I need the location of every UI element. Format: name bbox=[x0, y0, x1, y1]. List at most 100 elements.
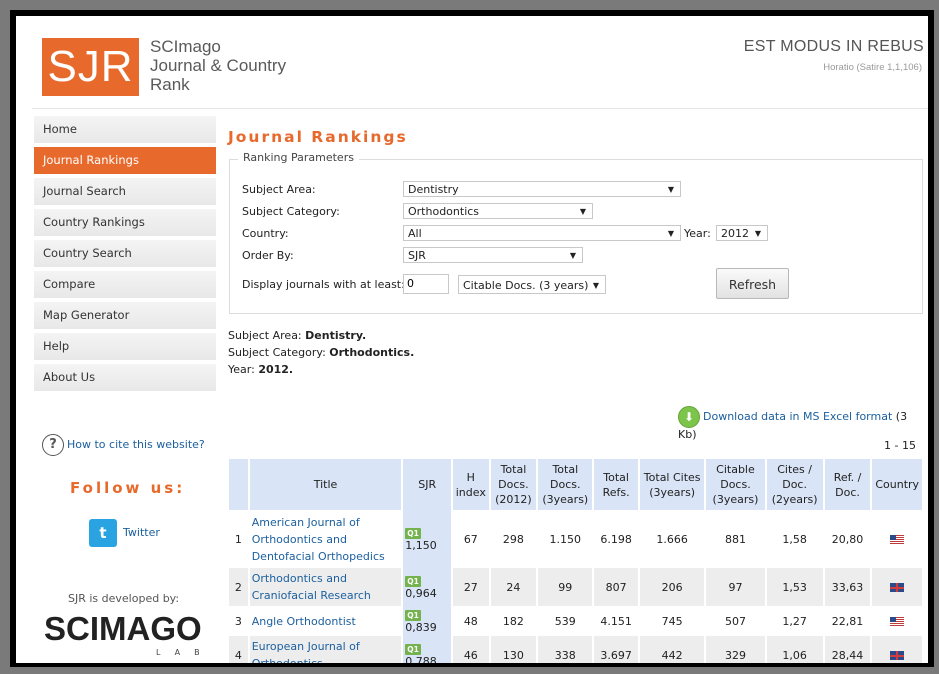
country-label: Country: bbox=[242, 227, 289, 240]
total-refs-cell: 6.198 bbox=[593, 510, 640, 568]
total-docs-2012-cell: 130 bbox=[489, 636, 539, 663]
country-cell bbox=[871, 568, 922, 606]
sidebar-item-compare[interactable]: Compare bbox=[34, 271, 216, 298]
table-row: 2 Orthodontics and Craniofacial Research Q… bbox=[229, 568, 922, 606]
country-flag-icon bbox=[890, 535, 905, 544]
subject-category-value: Orthodontics bbox=[408, 205, 480, 218]
brand-line-2: Journal & Country bbox=[150, 56, 287, 75]
ranking-parameters-legend: Ranking Parameters bbox=[238, 151, 359, 164]
quartile-badge: Q1 bbox=[405, 643, 421, 655]
header-total-docs-3y[interactable]: Total Docs. (3years) bbox=[537, 459, 595, 510]
cites-per-doc-cell: 1,53 bbox=[765, 568, 825, 606]
sjr-value: 1,150 bbox=[405, 539, 437, 552]
table-row: 4European Journal of OrthodonticsQ10,788… bbox=[229, 636, 922, 663]
sjr-cell: Q10,964 bbox=[402, 568, 454, 606]
total-refs-cell: 807 bbox=[593, 568, 640, 606]
header-cd-line2: Docs. bbox=[720, 478, 751, 491]
sjr-logo[interactable]: SJR bbox=[42, 38, 139, 96]
order-by-select[interactable]: SJR ▼ bbox=[403, 247, 583, 263]
docs-type-select[interactable]: Citable Docs. (3 years) ▼ bbox=[458, 275, 606, 294]
min-docs-input[interactable]: 0 bbox=[403, 274, 449, 294]
country-cell bbox=[871, 510, 922, 568]
sjr-cell: Q11,150 bbox=[402, 510, 454, 568]
journal-title-link[interactable]: Angle Orthodontist bbox=[248, 606, 404, 636]
quartile-badge: Q1 bbox=[405, 609, 421, 621]
sidebar-item-about-us[interactable]: About Us bbox=[34, 364, 216, 391]
header-title[interactable]: Title bbox=[248, 459, 404, 510]
pagination-range: 1 - 15 bbox=[884, 439, 916, 452]
cites-per-doc-cell: 1,06 bbox=[765, 636, 825, 663]
sidebar-item-country-rankings[interactable]: Country Rankings bbox=[34, 209, 216, 236]
header-cites-per-doc[interactable]: Cites / Doc. (2years) bbox=[765, 459, 825, 510]
journal-title-link[interactable]: American Journal of Orthodontics and Den… bbox=[248, 510, 404, 568]
year-select[interactable]: 2012 ▼ bbox=[716, 225, 768, 241]
sjr-value: 0,788 bbox=[405, 655, 437, 663]
sidebar-item-journal-rankings[interactable]: Journal Rankings bbox=[34, 147, 216, 174]
table-row: 1 American Journal of Orthodontics and De… bbox=[229, 510, 922, 568]
h-index-cell: 46 bbox=[452, 636, 491, 663]
header-tc-line1: Total Cites bbox=[643, 470, 701, 484]
total-docs-3y-cell: 338 bbox=[537, 636, 595, 663]
total-docs-2012-cell: 182 bbox=[489, 606, 539, 636]
table-header-row: Title SJR Hindex Total Docs. (2012) Total D… bbox=[229, 459, 922, 510]
header-td-line3: (2012) bbox=[495, 493, 532, 506]
sidebar-item-journal-search[interactable]: Journal Search bbox=[34, 178, 216, 205]
refs-per-doc-cell: 33,63 bbox=[823, 568, 873, 606]
header-total-docs-2012[interactable]: Total Docs. (2012) bbox=[489, 459, 539, 510]
summary-category-value: Orthodontics. bbox=[329, 346, 415, 359]
header-sjr[interactable]: SJR bbox=[402, 459, 454, 510]
header-td-line1: Total bbox=[500, 463, 527, 476]
header-cpd-line3: (2years) bbox=[771, 493, 818, 506]
cite-link[interactable]: ? How to cite this website? bbox=[42, 434, 205, 456]
header-refs-per-doc[interactable]: Ref. / Doc. bbox=[823, 459, 873, 510]
header-country[interactable]: Country bbox=[871, 459, 922, 510]
rank-cell: 3 bbox=[229, 606, 250, 636]
refs-per-doc-cell: 28,44 bbox=[823, 636, 873, 663]
country-value: All bbox=[408, 227, 422, 240]
header-tdy-line1: Total bbox=[552, 463, 579, 476]
header-h-line2: index bbox=[455, 485, 486, 499]
chevron-down-icon: ▼ bbox=[667, 229, 674, 238]
subject-category-select[interactable]: Orthodontics ▼ bbox=[403, 203, 593, 219]
developed-by-text: SJR is developed by: bbox=[68, 592, 180, 605]
sidebar-item-country-search[interactable]: Country Search bbox=[34, 240, 216, 267]
subject-category-label: Subject Category: bbox=[242, 205, 340, 218]
twitter-link[interactable]: t Twitter bbox=[89, 519, 160, 547]
sidebar-item-help[interactable]: Help bbox=[34, 333, 216, 360]
h-index-cell: 48 bbox=[452, 606, 491, 636]
country-select[interactable]: All ▼ bbox=[403, 225, 681, 241]
motto: EST MODUS IN REBUS bbox=[743, 38, 924, 55]
header-h-index[interactable]: Hindex bbox=[452, 459, 491, 510]
scimago-lab-text: LAB bbox=[156, 648, 214, 657]
chevron-down-icon: ▼ bbox=[579, 207, 586, 216]
country-flag-icon bbox=[890, 617, 905, 626]
total-refs-cell: 3.697 bbox=[593, 636, 640, 663]
header-citable-docs-3y[interactable]: Citable Docs. (3years) bbox=[705, 459, 767, 510]
country-cell bbox=[871, 636, 922, 663]
country-cell bbox=[871, 606, 922, 636]
header-td-line2: Docs. bbox=[498, 478, 529, 491]
display-min-label: Display journals with at least: bbox=[242, 278, 405, 291]
sjr-cell: Q10,839 bbox=[402, 606, 454, 636]
site-brand[interactable]: SCImago Journal & Country Rank bbox=[150, 37, 286, 94]
scimago-logo[interactable]: SCIMAGO bbox=[44, 610, 202, 648]
header-tc-line2: (3years) bbox=[649, 485, 696, 499]
summary-area-value: Dentistry. bbox=[305, 329, 367, 342]
header-cd-line3: (3years) bbox=[712, 493, 759, 506]
subject-area-select[interactable]: Dentistry ▼ bbox=[403, 181, 681, 197]
header-total-refs[interactable]: Total Refs. bbox=[593, 459, 640, 510]
h-index-cell: 27 bbox=[452, 568, 491, 606]
header-divider bbox=[32, 108, 928, 109]
journal-title-link[interactable]: European Journal of Orthodontics bbox=[248, 636, 404, 663]
quartile-badge: Q1 bbox=[405, 527, 421, 539]
header-total-cites-3y[interactable]: Total Cites (3years) bbox=[638, 459, 707, 510]
refresh-button[interactable]: Refresh bbox=[716, 268, 789, 299]
journal-title-link[interactable]: Orthodontics and Craniofacial Research bbox=[248, 568, 404, 606]
download-excel-link[interactable]: ⬇ Download data in MS Excel format (3 Kb) bbox=[678, 406, 928, 441]
sidebar-item-home[interactable]: Home bbox=[34, 116, 216, 143]
chevron-down-icon: ▼ bbox=[667, 185, 674, 194]
sjr-value: 0,839 bbox=[405, 621, 437, 634]
sidebar-item-map-generator[interactable]: Map Generator bbox=[34, 302, 216, 329]
scimago-logo-text: SCIMAGO bbox=[44, 610, 202, 647]
cite-link-label: How to cite this website? bbox=[67, 438, 205, 451]
